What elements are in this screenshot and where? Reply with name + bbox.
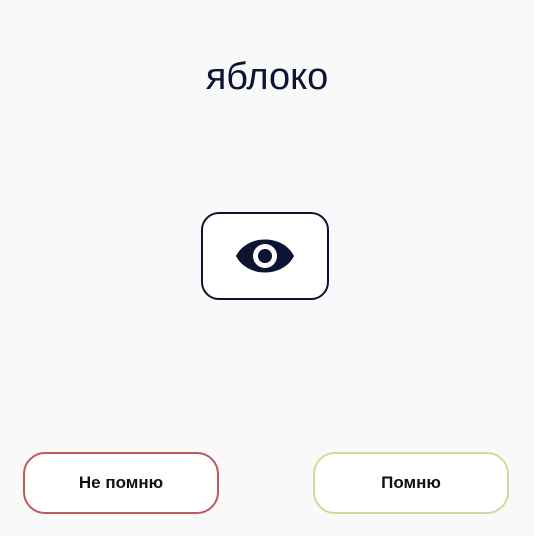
flashcard-word: яблоко (205, 56, 329, 98)
remember-button[interactable]: Помню (313, 452, 509, 514)
forgot-button[interactable]: Не помню (23, 452, 219, 514)
forgot-button-label: Не помню (78, 473, 164, 492)
reveal-translation-button[interactable] (201, 212, 329, 300)
eye-icon (235, 236, 295, 276)
remember-button-label: Помню (381, 473, 441, 492)
